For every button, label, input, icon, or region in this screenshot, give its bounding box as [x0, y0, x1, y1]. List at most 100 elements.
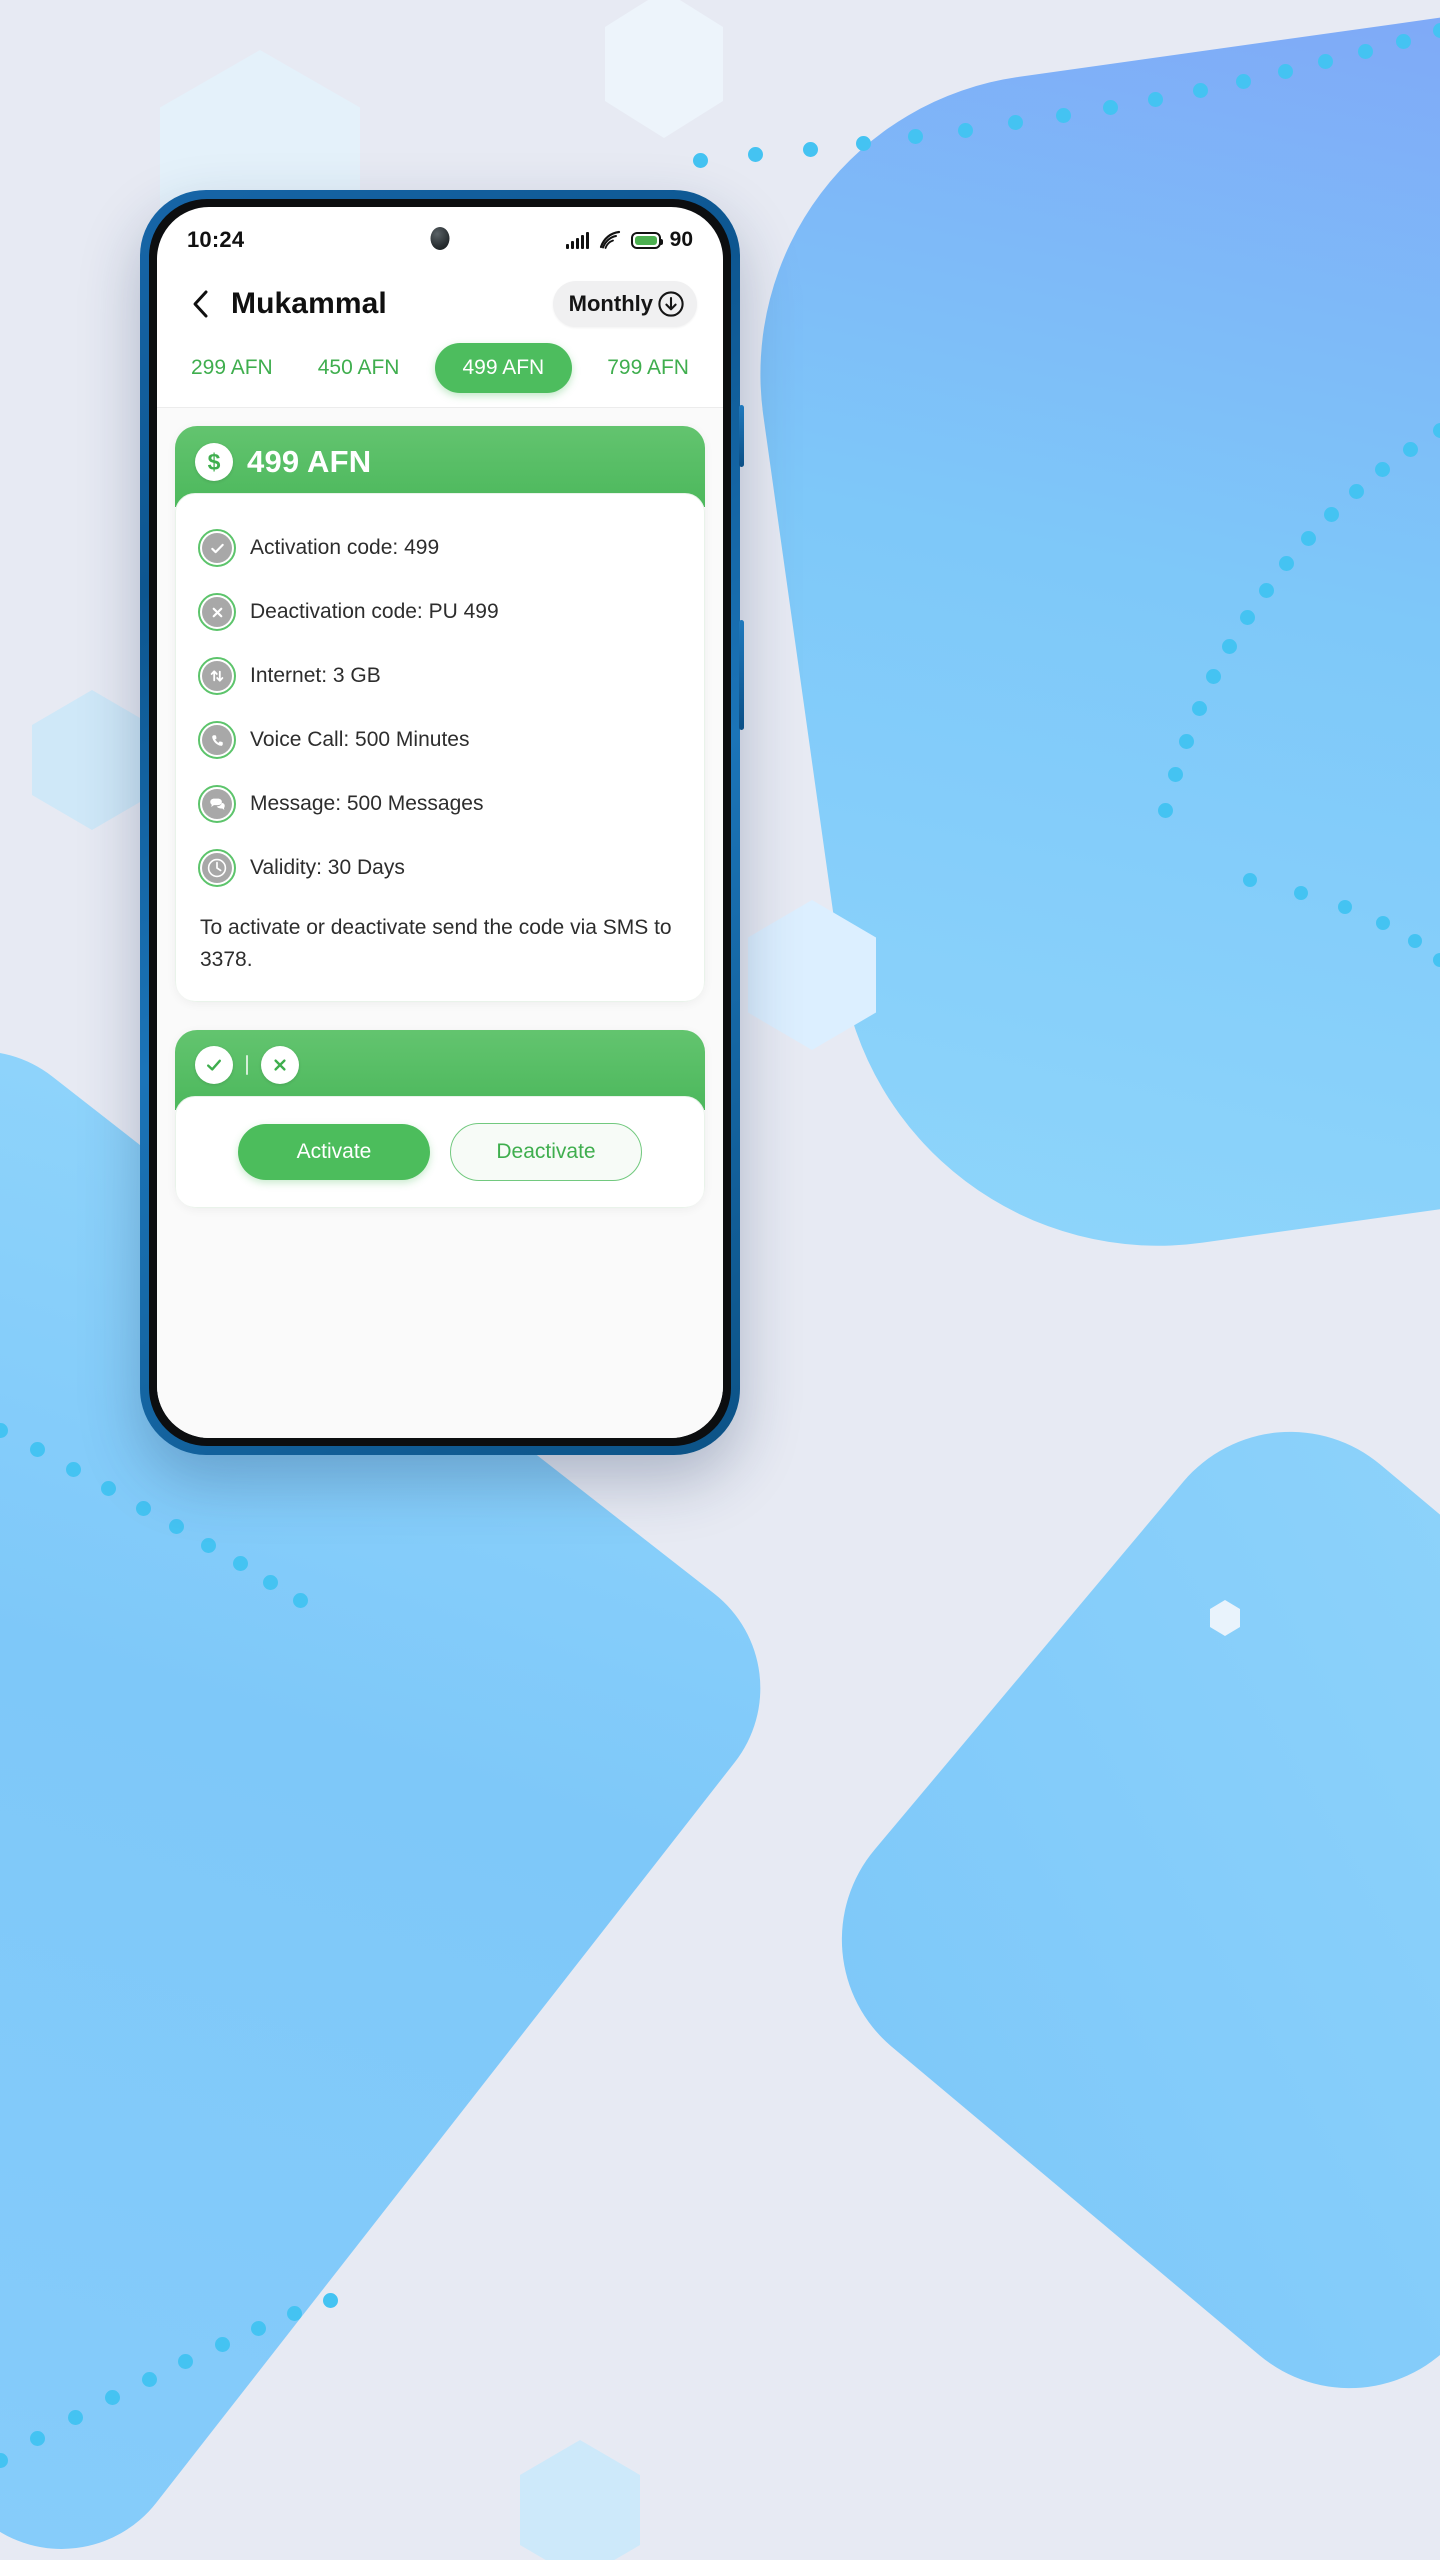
decor-dot [1300, 530, 1316, 546]
decor-dot [1357, 44, 1373, 60]
decor-dot [1007, 115, 1023, 131]
period-selector[interactable]: Monthly [552, 281, 697, 327]
hexagon-decor-6 [1210, 1600, 1240, 1636]
chevron-left-icon [193, 290, 208, 318]
decor-dot [1279, 555, 1295, 571]
status-bar: 10:24 90 [157, 207, 723, 267]
decor-dot [214, 2336, 230, 2352]
decor-dot [178, 2353, 194, 2369]
decor-dot [1102, 100, 1118, 115]
feature-activation-code: Activation code: 499 [198, 516, 682, 580]
decor-dot [1258, 582, 1274, 598]
hexagon-decor-5 [520, 2440, 640, 2560]
phone-icon [198, 721, 236, 759]
close-icon [261, 1046, 299, 1084]
feature-text: Voice Call: 500 Minutes [250, 728, 470, 751]
decor-dot [1277, 64, 1293, 80]
decor-dot [67, 2410, 83, 2426]
decor-dot [141, 2371, 157, 2387]
decor-dot [250, 2321, 266, 2337]
decor-dot [802, 141, 818, 157]
hexagon-decor-4 [748, 900, 876, 1050]
decor-dot [263, 1574, 279, 1590]
tab-499[interactable]: 499 AFN [434, 343, 573, 393]
decor-dot [104, 2390, 120, 2406]
plan-card-body: Activation code: 499 Deactivation code: … [175, 493, 705, 1002]
signal-bars-icon [565, 231, 589, 249]
decor-dot [1403, 441, 1419, 457]
action-card: Activate Deactivate [175, 1030, 705, 1208]
back-button[interactable] [183, 287, 217, 321]
hexagon-decor-3 [32, 690, 152, 830]
sms-instruction-note: To activate or deactivate send the code … [200, 916, 672, 971]
deactivate-button[interactable]: Deactivate [450, 1123, 642, 1181]
feature-deactivation-code: Deactivation code: PU 499 [198, 580, 682, 644]
plan-card: $ 499 AFN Activation code: 499 Deactivat… [175, 426, 705, 1002]
decor-dot [907, 129, 923, 145]
decor-dot [855, 135, 871, 151]
decor-dot [322, 2292, 338, 2308]
decor-dot [958, 122, 974, 138]
decor-dot [1349, 483, 1365, 499]
decor-dot [1395, 33, 1411, 49]
feature-internet: Internet: 3 GB [198, 644, 682, 708]
decor-dot [1055, 107, 1071, 123]
battery-percent: 90 [669, 228, 693, 251]
x-circle-icon [198, 593, 236, 631]
decor-dot [1235, 73, 1251, 89]
decor-dot [692, 152, 708, 168]
decor-dot [1407, 933, 1422, 948]
status-clock: 10:24 [187, 227, 245, 252]
decor-dot [1167, 767, 1183, 783]
decor-dot [1433, 953, 1440, 967]
decor-dot [1192, 700, 1207, 716]
feature-validity: Validity: 30 Days [198, 836, 682, 900]
decor-dot [30, 2430, 46, 2446]
front-camera [430, 227, 450, 250]
hexagon-decor-2 [605, 0, 723, 138]
volume-button[interactable] [739, 620, 744, 730]
content-area: $ 499 AFN Activation code: 499 Deactivat… [157, 408, 723, 1438]
decor-dot [1293, 885, 1308, 900]
decor-dot [135, 1500, 151, 1516]
tab-799[interactable]: 799 AFN [597, 344, 699, 392]
tab-299[interactable]: 299 AFN [181, 344, 283, 392]
decor-dot [1243, 873, 1257, 887]
period-label: Monthly [568, 291, 653, 316]
decor-dot [1324, 506, 1340, 522]
chat-bubbles-icon [198, 785, 236, 823]
feature-text: Activation code: 499 [250, 536, 440, 559]
decor-dot [1157, 802, 1173, 818]
decor-dot [292, 1592, 308, 1608]
wifi-icon [599, 230, 620, 249]
phone-mockup: 10:24 90 Mukammal Monthly 299 AFN 450 AF… [140, 190, 744, 1455]
check-icon [195, 1046, 233, 1084]
dollar-coin-icon: $ [195, 443, 233, 481]
decor-dot [1179, 733, 1195, 749]
feature-voice-call: Voice Call: 500 Minutes [198, 708, 682, 772]
decor-dot [748, 147, 764, 163]
feature-text: Internet: 3 GB [250, 664, 381, 687]
action-card-body: Activate Deactivate [175, 1096, 705, 1208]
battery-icon [630, 231, 663, 249]
price-tabs: 299 AFN 450 AFN 499 AFN 799 AFN [157, 333, 723, 408]
feature-text: Validity: 30 Days [250, 856, 405, 879]
blue-blob-top-right [721, 12, 1440, 1288]
blue-blob-bottom-right [784, 1374, 1440, 2446]
power-button[interactable] [739, 405, 744, 467]
data-transfer-icon [198, 657, 236, 695]
plan-price: 499 AFN [247, 444, 372, 479]
clock-icon [198, 849, 236, 887]
decor-dot [1192, 82, 1208, 98]
decor-dot [1239, 610, 1255, 626]
tab-450[interactable]: 450 AFN [308, 344, 410, 392]
header-divider [246, 1055, 248, 1075]
activate-button[interactable]: Activate [238, 1124, 430, 1180]
phone-screen: 10:24 90 Mukammal Monthly 299 AFN 450 AF… [157, 207, 723, 1438]
decor-dot [66, 1462, 82, 1477]
feature-text: Message: 500 Messages [250, 792, 484, 815]
app-header: Mukammal Monthly [157, 267, 723, 333]
feature-text: Deactivation code: PU 499 [250, 600, 499, 623]
decor-dot [1148, 91, 1164, 107]
page-title: Mukammal [231, 287, 387, 320]
